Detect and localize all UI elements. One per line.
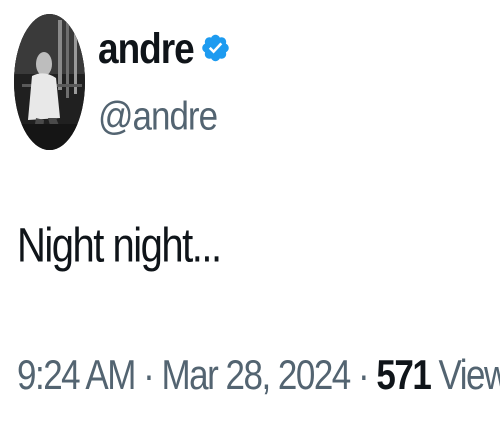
avatar[interactable] bbox=[14, 14, 85, 150]
tweet-card: andre @andre Night night... 9:24 AM · Ma… bbox=[0, 0, 500, 440]
author-handle[interactable]: @andre bbox=[98, 96, 218, 136]
author-name-row: andre bbox=[98, 24, 231, 72]
views-count: 571 bbox=[376, 351, 431, 399]
tweet-meta: 9:24 AM · Mar 28, 2024 · 571 Views bbox=[17, 354, 500, 396]
avatar-photo bbox=[14, 14, 85, 150]
tweet-date[interactable]: Mar 28, 2024 bbox=[162, 352, 352, 399]
tweet-text: Night night... bbox=[17, 219, 222, 273]
tweet-time[interactable]: 9:24 AM bbox=[17, 352, 136, 399]
meta-separator: · bbox=[134, 351, 162, 399]
verified-badge-icon[interactable] bbox=[200, 31, 231, 65]
meta-separator: · bbox=[349, 351, 377, 399]
views-label: Views bbox=[438, 351, 500, 399]
display-name[interactable]: andre bbox=[98, 27, 195, 70]
